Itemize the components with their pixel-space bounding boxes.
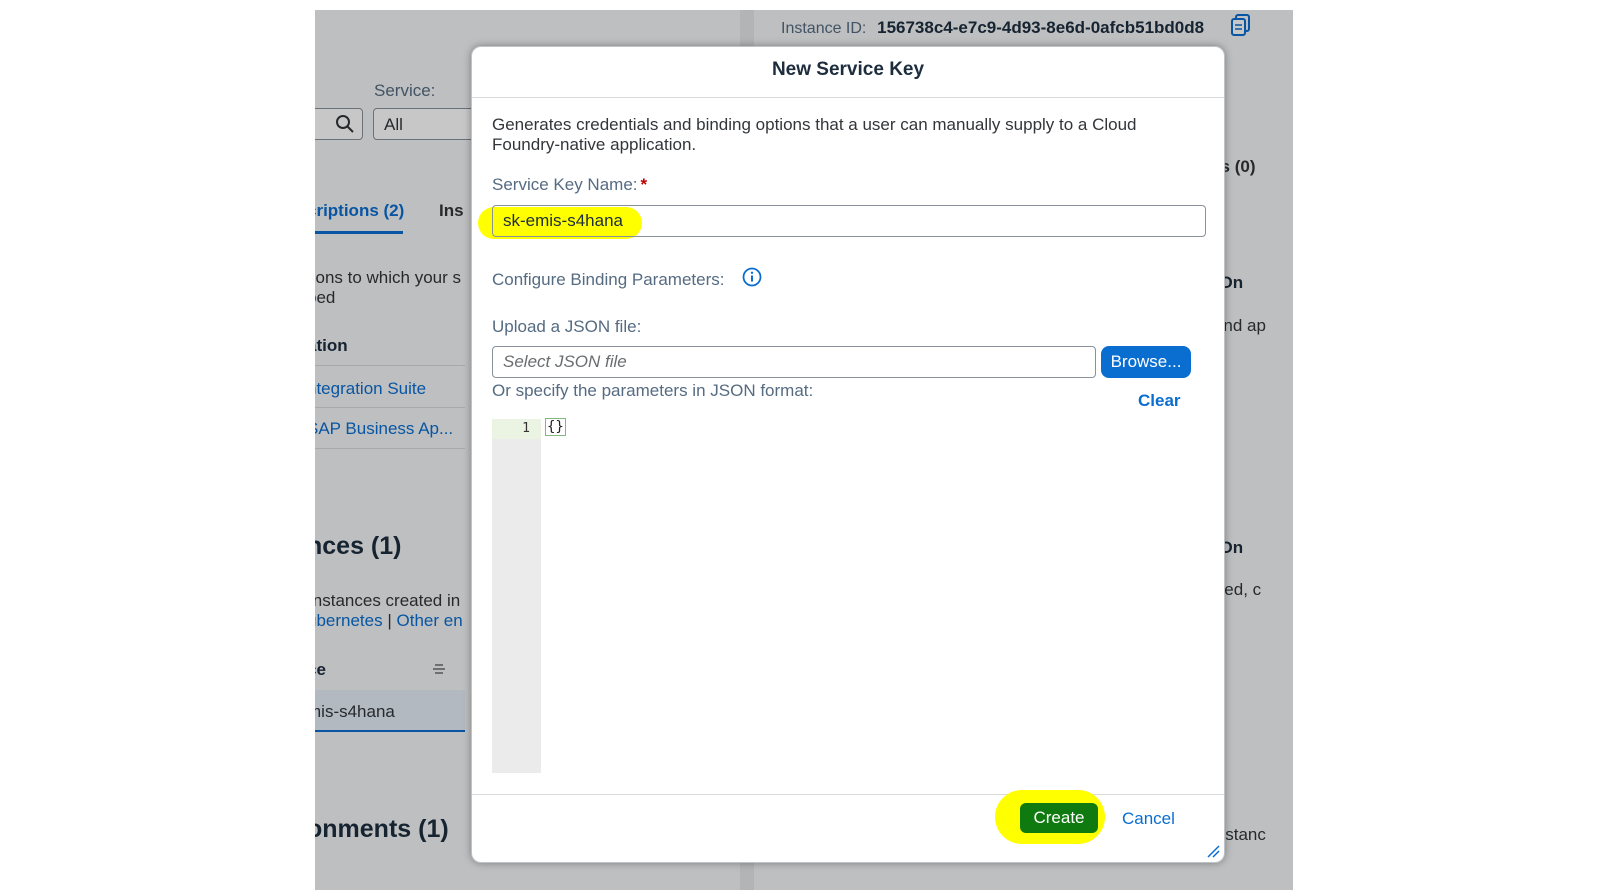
dialog-footer-divider <box>472 794 1224 795</box>
upload-json-label: Upload a JSON file: <box>492 317 642 336</box>
resize-handle-icon[interactable] <box>1206 844 1220 858</box>
editor-content: {} <box>545 418 566 436</box>
clear-button[interactable]: Clear <box>1138 391 1181 411</box>
service-key-name-label-row: Service Key Name: * <box>492 175 647 195</box>
json-file-input[interactable]: Select JSON file <box>492 346 1096 378</box>
service-key-name-input[interactable]: sk-emis-s4hana <box>492 205 1206 237</box>
service-key-name-label: Service Key Name: <box>492 175 638 194</box>
json-format-label: Or specify the parameters in JSON format… <box>492 381 814 400</box>
create-button[interactable]: Create <box>1020 803 1098 833</box>
json-editor[interactable]: {} <box>545 418 566 436</box>
info-icon[interactable] <box>742 267 762 287</box>
editor-line-number: 1 <box>522 421 530 436</box>
dialog-title: New Service Key <box>771 59 925 80</box>
browse-button[interactable]: Browse... <box>1101 346 1191 378</box>
new-service-key-dialog: New Service Key Generates credentials an… <box>471 46 1225 863</box>
editor-gutter <box>492 419 541 773</box>
dialog-description: Generates credentials and binding option… <box>492 115 1137 154</box>
cancel-button[interactable]: Cancel <box>1122 809 1175 829</box>
binding-parameters-label: Configure Binding Parameters: <box>492 270 725 289</box>
dialog-header-divider <box>472 97 1224 98</box>
required-marker: * <box>640 175 648 194</box>
